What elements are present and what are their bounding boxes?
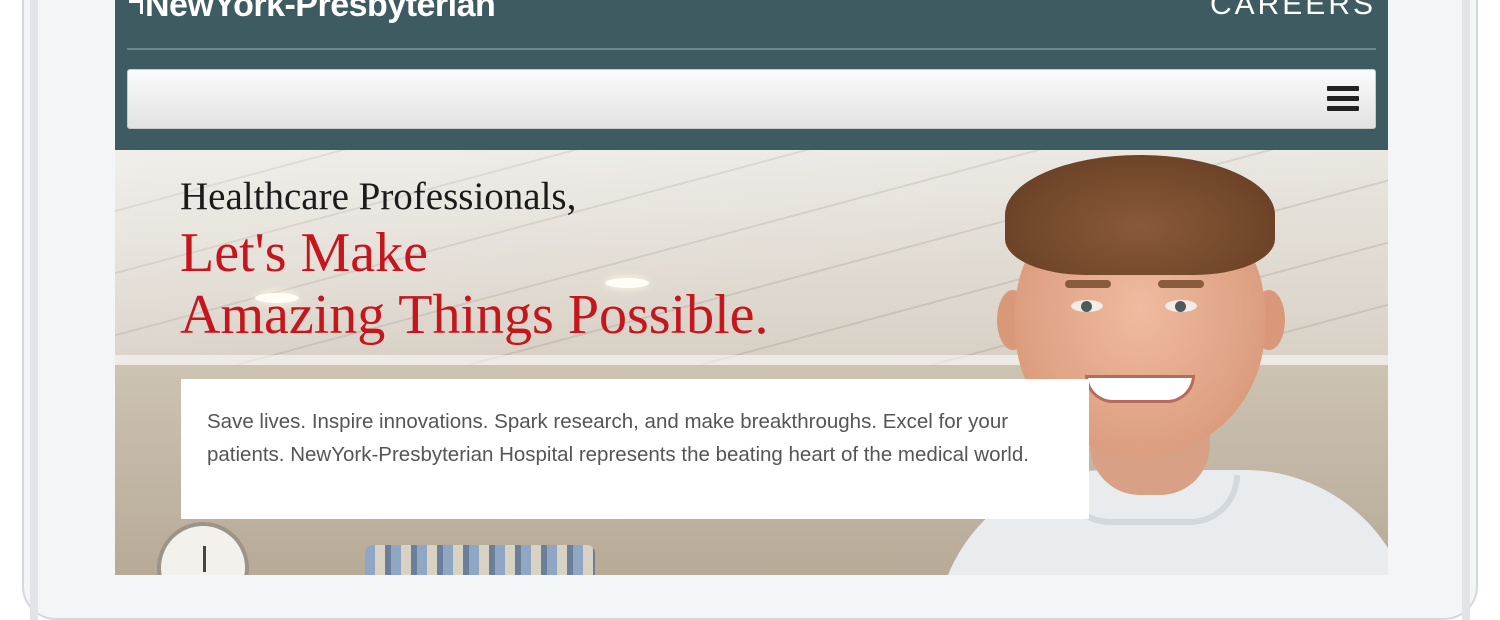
person-eyebrow	[1065, 280, 1111, 288]
person-eye	[1071, 300, 1103, 312]
careers-label[interactable]: CAREERS	[1210, 0, 1376, 22]
person-hair	[1005, 155, 1275, 275]
hero-banner: Healthcare Professionals, Let's Make Ama…	[115, 150, 1388, 575]
hero-title: Let's Make Amazing Things Possible.	[180, 222, 769, 346]
navigation-bar	[127, 69, 1376, 129]
hero-title-line-2: Amazing Things Possible.	[180, 284, 769, 346]
hero-subtitle: Healthcare Professionals,	[180, 175, 577, 218]
header-divider	[127, 48, 1376, 50]
hero-title-line-1: Let's Make	[180, 222, 429, 284]
background-objects	[365, 545, 595, 575]
logo-text: NewYork-Presbyterian	[145, 0, 496, 24]
site-logo-link[interactable]: NewYork-Presbyterian	[129, 0, 496, 25]
hamburger-line	[1327, 86, 1359, 91]
site-header: NewYork-Presbyterian CAREERS	[115, 0, 1388, 150]
person-smile	[1085, 375, 1195, 403]
hero-description: Save lives. Inspire innovations. Spark r…	[207, 410, 1029, 466]
logo-mark-icon	[129, 0, 143, 14]
person-eyebrow	[1158, 280, 1204, 288]
hamburger-menu-icon[interactable]	[1327, 86, 1359, 113]
hamburger-line	[1327, 96, 1359, 101]
hero-description-card: Save lives. Inspire innovations. Spark r…	[181, 379, 1089, 519]
browser-screen: NewYork-Presbyterian CAREERS Healthcare …	[115, 0, 1388, 575]
hamburger-line	[1327, 106, 1359, 111]
person-eye	[1165, 300, 1197, 312]
